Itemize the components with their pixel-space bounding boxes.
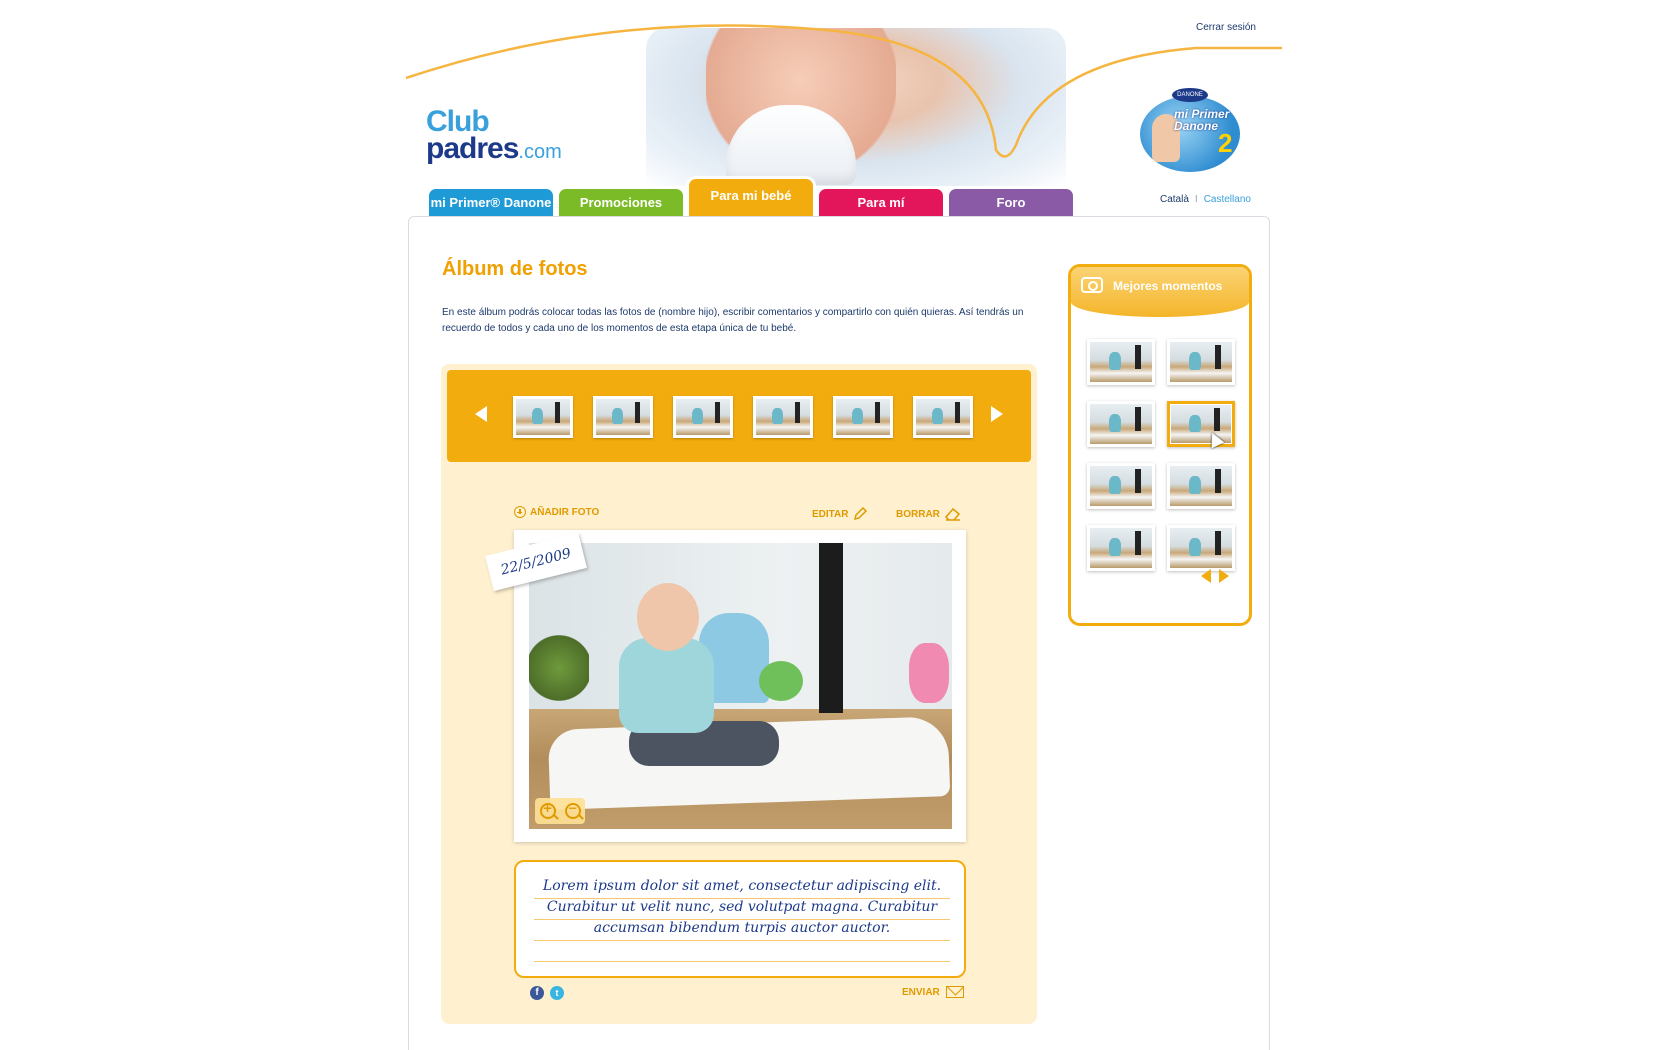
tab-para-mi[interactable]: Para mí (816, 186, 946, 216)
thumbnail-strip (447, 370, 1031, 462)
tab-mi-primer-danone[interactable]: mi Primer® Danone (426, 186, 556, 216)
badge-number: 2 (1218, 128, 1233, 158)
edit-button[interactable]: EDITAR (812, 506, 868, 522)
photo-actions: AÑADIR FOTO EDITAR BORRAR (514, 506, 966, 526)
logo-suffix: .com (518, 141, 562, 163)
tab-foro[interactable]: Foro (946, 186, 1076, 216)
photo-baby-body (619, 638, 714, 733)
thumbnail-image (1170, 528, 1232, 568)
zoom-out-icon[interactable] (564, 801, 581, 819)
thumbnail-image (836, 399, 890, 435)
eraser-icon (944, 507, 960, 521)
best-moment-thumbnail-selected[interactable] (1167, 401, 1235, 447)
best-moments-panel: Mejores momentos (1068, 264, 1252, 626)
danone-logo: DANONE (1172, 88, 1208, 102)
thumbnail-image (1090, 342, 1152, 382)
photo-plant (529, 633, 589, 703)
thumbnail-image (1170, 466, 1232, 506)
thumbnail-image (1090, 404, 1152, 444)
thumbnail-image (516, 399, 570, 435)
thumbnail-image (916, 399, 970, 435)
photo-baby-head (637, 583, 699, 651)
zoom-in-icon[interactable] (539, 801, 556, 819)
best-moment-thumbnail[interactable] (1087, 401, 1155, 447)
thumbnail-image (596, 399, 650, 435)
pencil-icon (854, 506, 868, 521)
envelope-icon (945, 986, 964, 998)
strip-thumbnail[interactable] (593, 396, 653, 438)
thumbnail-image (1090, 528, 1152, 568)
lang-catalan[interactable]: Català (1160, 194, 1189, 205)
panel-next-arrow-icon[interactable] (1219, 569, 1229, 583)
send-label: ENVIAR (902, 986, 940, 998)
best-moment-thumbnail[interactable] (1167, 463, 1235, 509)
camera-icon (1081, 277, 1103, 293)
logout-link[interactable]: Cerrar sesión (1196, 22, 1256, 33)
add-photo-label: AÑADIR FOTO (530, 506, 600, 518)
best-moment-thumbnail[interactable] (1167, 525, 1235, 571)
photo-comment-box[interactable]: Lorem ipsum dolor sit amet, consectetur … (514, 860, 966, 978)
tab-para-mi-bebe[interactable]: Para mi bebé (686, 176, 816, 216)
delete-button[interactable]: BORRAR (896, 506, 962, 522)
strip-thumbnail[interactable] (833, 396, 893, 438)
language-switcher: Català I Castellano (1160, 194, 1251, 205)
twitter-icon[interactable]: t (550, 986, 564, 1000)
strip-thumbnail[interactable] (513, 396, 573, 438)
best-moments-title: Mejores momentos (1113, 279, 1223, 293)
delete-label: BORRAR (896, 508, 940, 520)
photo-toy (759, 661, 803, 701)
mi-primer-danone-badge[interactable]: DANONE mi Primer Danone 2 (1140, 88, 1240, 172)
page: Cerrar sesión Club padres.com DANONE mi … (0, 0, 1680, 1050)
strip-prev-arrow-icon[interactable] (475, 406, 487, 422)
best-moments-header: Mejores momentos (1071, 267, 1249, 317)
thumbnail-image (676, 399, 730, 435)
page-intro: En este álbum podrás colocar todas las f… (442, 307, 1024, 334)
best-moment-thumbnail[interactable] (1087, 525, 1155, 571)
best-moment-thumbnail[interactable] (1087, 339, 1155, 385)
edit-label: EDITAR (812, 508, 849, 520)
main-photo-frame (514, 530, 966, 842)
photo-toy (909, 643, 949, 703)
best-moment-thumbnail[interactable] (1087, 463, 1155, 509)
lang-spanish[interactable]: Castellano (1204, 194, 1251, 205)
tab-promociones[interactable]: Promociones (556, 186, 686, 216)
strip-thumbnail[interactable] (673, 396, 733, 438)
lang-separator: I (1194, 194, 1198, 205)
panel-prev-arrow-icon[interactable] (1201, 569, 1211, 583)
page-title: Álbum de fotos (442, 258, 588, 280)
best-moment-thumbnail[interactable] (1167, 339, 1235, 385)
comment-rule (534, 961, 950, 962)
thumbnail-image (1090, 466, 1152, 506)
zoom-controls (535, 798, 585, 824)
thumbnail-image (756, 399, 810, 435)
strip-thumbnail[interactable] (913, 396, 973, 438)
plus-icon (514, 506, 526, 518)
send-button[interactable]: ENVIAR (902, 986, 964, 998)
facebook-icon[interactable]: f (530, 986, 544, 1000)
strip-thumbnail[interactable] (753, 396, 813, 438)
strip-next-arrow-icon[interactable] (991, 406, 1003, 422)
comment-rule (534, 940, 950, 941)
photo-speaker (819, 543, 843, 713)
clubpadres-logo[interactable]: Club padres.com (426, 105, 562, 166)
main-photo[interactable] (529, 543, 952, 829)
thumbnail-image (1170, 342, 1232, 382)
logo-line-1: Club (426, 105, 490, 138)
logo-line-2: padres (426, 132, 519, 165)
social-share: f t (530, 986, 564, 1000)
add-photo-button[interactable]: AÑADIR FOTO (514, 506, 599, 518)
photo-comment-text: Lorem ipsum dolor sit amet, consectetur … (542, 878, 942, 936)
